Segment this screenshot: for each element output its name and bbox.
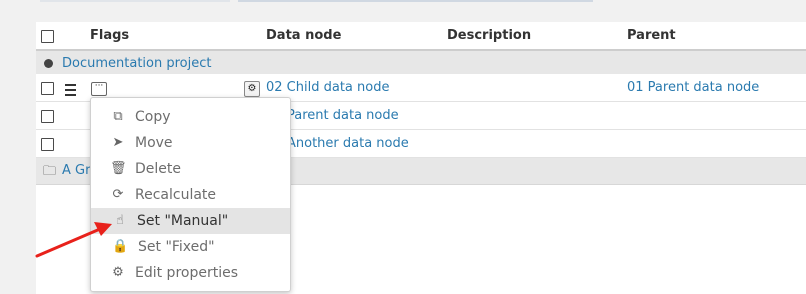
lock-icon: 🔒: [112, 239, 129, 254]
column-header-parent[interactable]: Parent: [627, 28, 676, 43]
tab-indicator: [40, 0, 230, 2]
menu-item-label: Recalculate: [135, 187, 217, 203]
menu-item-set-fixed[interactable]: 🔒 Set "Fixed": [91, 234, 290, 260]
data-node-link[interactable]: Parent data node: [287, 108, 399, 123]
menu-item-label: Edit properties: [135, 265, 239, 281]
select-all-checkbox[interactable]: [41, 30, 54, 43]
trash-icon: 🗑: [110, 161, 127, 176]
row-checkbox[interactable]: [41, 138, 54, 151]
data-node-link[interactable]: 02 Child data node: [266, 80, 389, 95]
parent-link[interactable]: 01 Parent data node: [627, 80, 759, 95]
column-header-flags[interactable]: Flags: [90, 28, 129, 43]
folder-icon: 🗀: [43, 164, 57, 179]
menu-item-edit-properties[interactable]: ⚙ Edit properties: [91, 260, 290, 286]
project-link[interactable]: Documentation project: [62, 56, 211, 71]
menu-item-label: Copy: [135, 109, 171, 125]
group-link[interactable]: A Gr: [62, 163, 90, 178]
top-tab-strip: [0, 0, 806, 22]
gears-icon: ⚙: [112, 265, 124, 280]
copy-icon: ⧉: [113, 109, 123, 124]
tab-indicator-active: [238, 0, 593, 2]
menu-item-copy[interactable]: ⧉ Copy: [91, 104, 290, 130]
column-header-data-node[interactable]: Data node: [266, 28, 341, 43]
menu-item-label: Set "Manual": [137, 213, 229, 229]
menu-item-label: Set "Fixed": [138, 239, 215, 255]
project-bullet-icon: [44, 59, 53, 68]
column-header-description[interactable]: Description: [447, 28, 531, 43]
menu-item-set-manual[interactable]: ☝ Set "Manual": [91, 208, 290, 234]
menu-item-move[interactable]: ➤ Move: [91, 130, 290, 156]
row-checkbox[interactable]: [41, 82, 54, 95]
paper-plane-icon: ➤: [112, 135, 124, 150]
data-node-link[interactable]: Another data node: [287, 136, 409, 151]
menu-item-label: Move: [135, 135, 173, 151]
refresh-icon: ⟳: [112, 187, 124, 202]
menu-item-recalculate[interactable]: ⟳ Recalculate: [91, 182, 290, 208]
context-menu: ⧉ Copy ➤ Move 🗑 Delete ⟳ Recalculate ☝ S…: [90, 97, 291, 292]
drag-handle-icon[interactable]: [65, 84, 76, 96]
pointer-hand-icon: ☝: [116, 213, 124, 228]
menu-item-label: Delete: [135, 161, 181, 177]
row-checkbox[interactable]: [41, 110, 54, 123]
gears-icon: ⚙: [244, 81, 260, 97]
menu-item-delete[interactable]: 🗑 Delete: [91, 156, 290, 182]
row-actions-button[interactable]: ···: [91, 82, 107, 96]
table-header: Flags Data node Description Parent: [36, 22, 806, 51]
